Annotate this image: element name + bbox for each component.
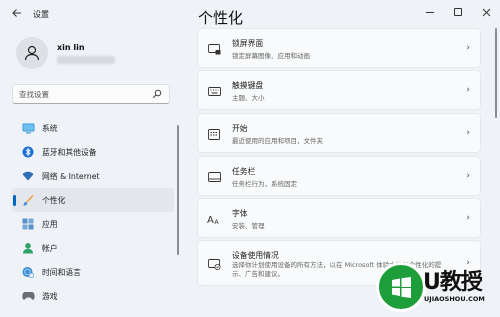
globe-clock-icon xyxy=(21,265,35,279)
user-icon xyxy=(24,45,40,61)
font-icon: AA xyxy=(207,212,221,226)
card-title: 设备使用情况 xyxy=(232,251,279,260)
search-icon[interactable] xyxy=(152,89,162,99)
sidebar-item-network[interactable]: 网络 & Internet xyxy=(12,164,174,188)
chevron-right-icon: › xyxy=(466,171,470,181)
minimize-button[interactable] xyxy=(416,0,444,24)
search-input[interactable] xyxy=(13,85,148,103)
sidebar-scrollbar[interactable] xyxy=(177,125,179,255)
watermark: U教授 UJIAOSHOU.COM xyxy=(376,262,498,316)
sidebar-item-personalization[interactable]: 个性化 xyxy=(12,188,174,212)
watermark-title: U教授 xyxy=(423,270,483,295)
watermark-url: UJIAOSHOU.COM xyxy=(424,295,485,303)
page-title: 个性化 xyxy=(198,9,244,27)
lock-screen-icon xyxy=(207,42,221,56)
main-scrollbar[interactable] xyxy=(495,28,497,118)
user-name: xin lin xyxy=(57,43,85,52)
card-title: 锁屏界面 xyxy=(232,39,264,48)
start-icon xyxy=(207,127,221,141)
minimize-icon xyxy=(426,11,434,13)
card-title: 任务栏 xyxy=(232,167,256,176)
close-button[interactable] xyxy=(472,0,500,24)
wifi-icon xyxy=(21,169,35,183)
sidebar-item-label: 应用 xyxy=(42,219,58,229)
chevron-right-icon: › xyxy=(466,213,470,223)
keyboard-icon xyxy=(207,84,221,98)
sidebar-item-apps[interactable]: 应用 xyxy=(12,212,174,236)
card-lock-screen[interactable]: 锁屏界面 锁定屏幕图像、应用和动画 › xyxy=(197,28,481,68)
sidebar-item-accounts[interactable]: 帐户 xyxy=(12,236,174,260)
avatar[interactable] xyxy=(16,37,48,69)
account-icon xyxy=(21,241,35,255)
taskbar-icon xyxy=(207,170,221,184)
watermark-logo xyxy=(376,262,426,312)
settings-window: 设置 xin lin 系统 xyxy=(0,0,500,317)
apps-icon xyxy=(21,217,35,231)
svg-text:A: A xyxy=(207,215,214,225)
card-start[interactable]: 开始 最近使用的应用和项目，文件夹 › xyxy=(197,113,481,153)
sidebar-nav: 系统 蓝牙和其他设备 网络 & Internet 个性化 应用 帐户 时间和语言… xyxy=(12,116,174,308)
search-box[interactable] xyxy=(12,84,170,104)
maximize-icon xyxy=(454,8,462,16)
sidebar-item-bluetooth[interactable]: 蓝牙和其他设备 xyxy=(12,140,174,164)
card-description: 安装、管理 xyxy=(232,222,265,230)
card-taskbar[interactable]: 任务栏 任务栏行为，系统固定 › xyxy=(197,156,481,196)
bluetooth-icon xyxy=(21,145,35,159)
card-touch-keyboard[interactable]: 触摸键盘 主题、大小 › xyxy=(197,70,481,110)
close-icon xyxy=(482,8,490,16)
window-controls xyxy=(416,0,500,24)
card-description: 主题、大小 xyxy=(232,94,265,102)
selection-indicator xyxy=(13,195,16,206)
back-button[interactable] xyxy=(8,7,26,23)
sidebar-item-label: 蓝牙和其他设备 xyxy=(42,147,97,157)
sidebar-item-label: 系统 xyxy=(42,123,58,133)
chevron-right-icon: › xyxy=(466,85,470,95)
app-title: 设置 xyxy=(33,10,49,19)
gamepad-icon xyxy=(21,289,35,303)
sidebar-item-label: 网络 & Internet xyxy=(42,171,100,181)
card-title: 开始 xyxy=(232,124,248,133)
card-title: 触摸键盘 xyxy=(232,81,264,90)
card-fonts[interactable]: AA 字体 安装、管理 › xyxy=(197,198,481,238)
sidebar-item-label: 时间和语言 xyxy=(42,267,81,277)
card-description: 锁定屏幕图像、应用和动画 xyxy=(232,52,310,60)
brush-icon xyxy=(21,193,35,207)
back-arrow-icon xyxy=(12,9,21,17)
title-bar: 设置 xyxy=(0,0,500,30)
card-description: 任务栏行为，系统固定 xyxy=(232,180,297,188)
chevron-right-icon: › xyxy=(466,43,470,53)
monitor-icon xyxy=(21,121,35,135)
svg-text:A: A xyxy=(215,219,220,225)
card-title: 字体 xyxy=(232,209,248,218)
windows-logo-icon xyxy=(392,277,411,298)
sidebar-item-gaming[interactable]: 游戏 xyxy=(12,284,174,308)
sidebar-item-time-language[interactable]: 时间和语言 xyxy=(12,260,174,284)
sidebar-item-label: 个性化 xyxy=(42,195,66,205)
maximize-button[interactable] xyxy=(444,0,472,24)
device-usage-icon xyxy=(207,257,221,271)
sidebar-item-label: 帐户 xyxy=(42,243,58,253)
sidebar-item-system[interactable]: 系统 xyxy=(12,116,174,140)
user-email-blurred xyxy=(57,56,115,64)
chevron-right-icon: › xyxy=(466,128,470,138)
card-description: 最近使用的应用和项目，文件夹 xyxy=(232,137,323,145)
sidebar-item-label: 游戏 xyxy=(42,291,58,301)
